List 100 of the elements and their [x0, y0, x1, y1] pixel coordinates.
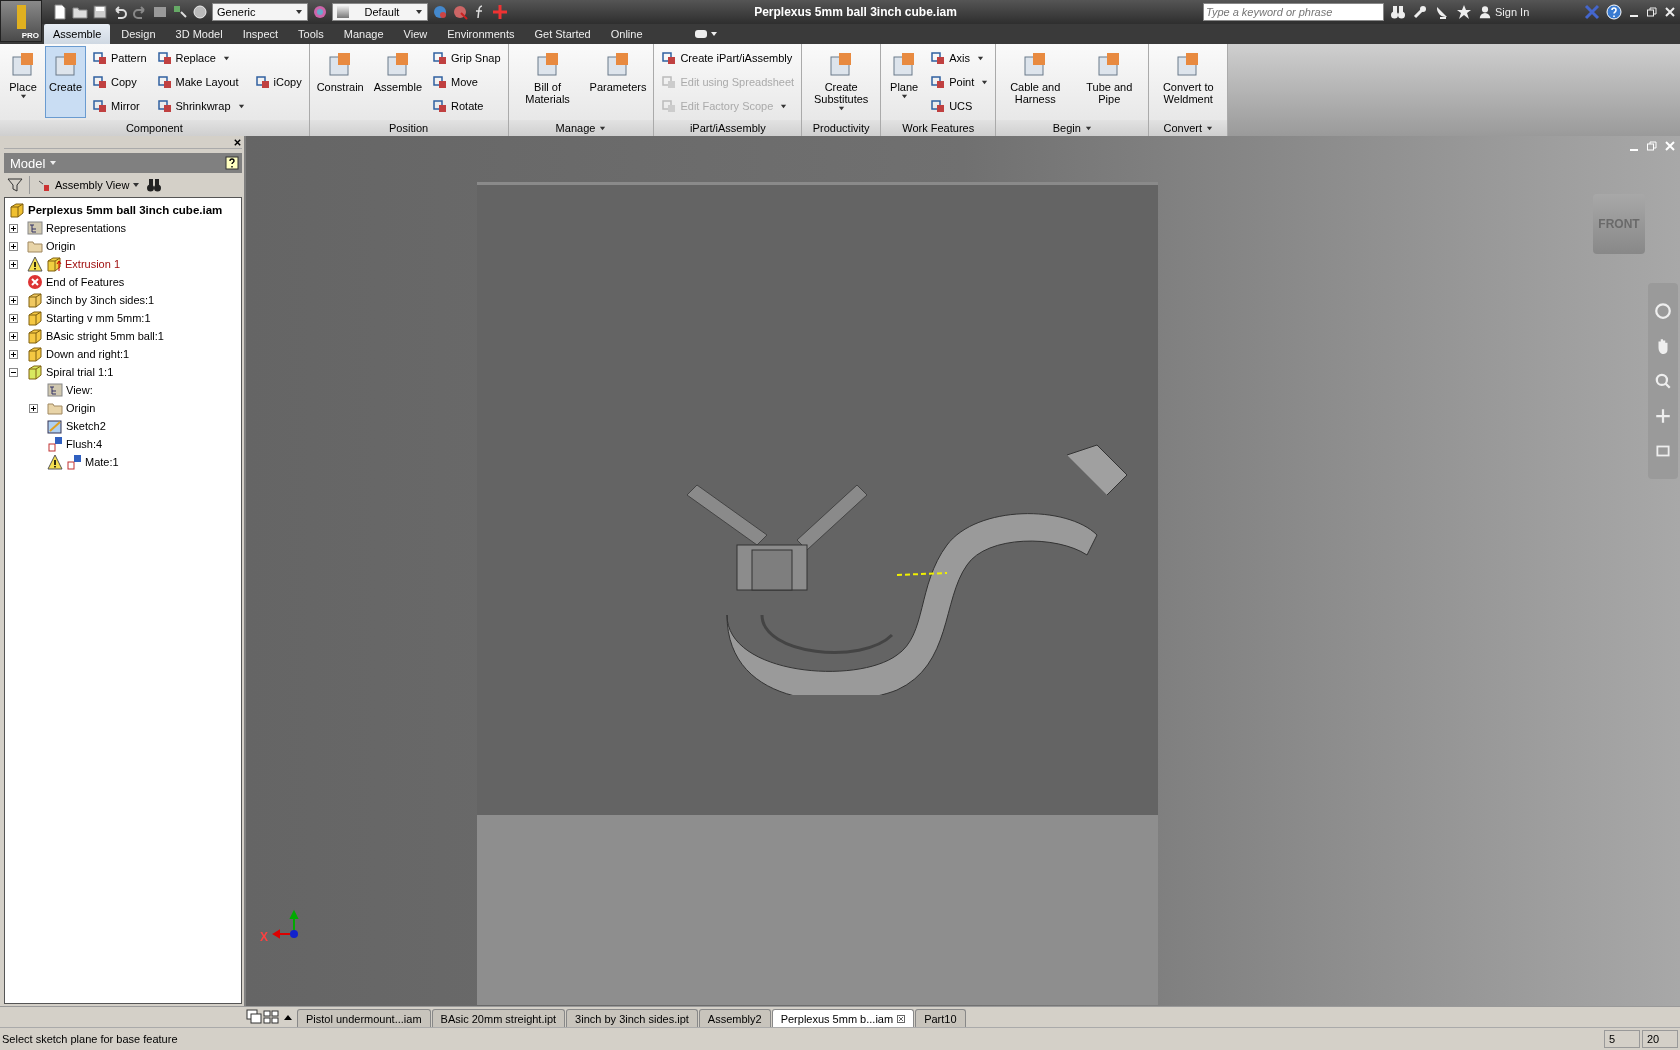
- tile-windows-icon[interactable]: [263, 1009, 279, 1025]
- ribbon-tool-button[interactable]: Replace: [152, 49, 249, 67]
- ribbon-tab[interactable]: Tools: [289, 24, 333, 44]
- expand-toggle[interactable]: [9, 313, 18, 323]
- expand-toggle[interactable]: [9, 295, 18, 305]
- sphere-icon[interactable]: [432, 4, 448, 20]
- ribbon-tool-button[interactable]: Create: [45, 46, 87, 118]
- close-icon[interactable]: [233, 137, 242, 147]
- material-dropdown[interactable]: Generic: [212, 3, 308, 21]
- undo-icon[interactable]: [112, 4, 128, 20]
- document-tab[interactable]: BAsic 20mm streight.ipt: [431, 1009, 566, 1027]
- expand-toggle[interactable]: [9, 331, 18, 341]
- tree-item[interactable]: Representations: [46, 222, 127, 234]
- sign-in-button[interactable]: Sign In: [1478, 5, 1578, 19]
- ribbon-tool-button[interactable]: Bill of Materials: [511, 46, 584, 118]
- ribbon-tab[interactable]: Get Started: [525, 24, 600, 44]
- ribbon-tool-button[interactable]: Copy: [88, 73, 151, 91]
- ribbon-tool-button[interactable]: iCopy: [250, 73, 306, 91]
- expand-toggle[interactable]: [9, 349, 18, 359]
- browser-menu-button[interactable]: Model: [7, 155, 61, 171]
- ribbon-tool-button[interactable]: Move: [428, 73, 505, 91]
- search-field[interactable]: Type a keyword or phrase: [1203, 3, 1384, 21]
- color-wheel-icon[interactable]: [312, 4, 328, 20]
- tree-item[interactable]: BAsic stright 5mm ball:1: [46, 330, 164, 342]
- help-icon[interactable]: [225, 156, 239, 170]
- ribbon-tool-button[interactable]: Tube and Pipe: [1073, 46, 1146, 118]
- tree-item[interactable]: 3inch by 3inch sides:1: [46, 294, 155, 306]
- tree-item[interactable]: View:: [66, 384, 93, 396]
- expand-toggle[interactable]: [9, 367, 18, 377]
- star-icon[interactable]: [1456, 4, 1472, 20]
- ribbon-tool-button[interactable]: UCS: [926, 97, 993, 115]
- satellite-dish-icon[interactable]: [1434, 4, 1450, 20]
- ribbon-tool-button[interactable]: Shrinkwrap: [152, 97, 249, 115]
- ribbon-tool-button[interactable]: Convert to Weldment: [1152, 46, 1225, 118]
- panel-title[interactable]: Component: [0, 120, 309, 136]
- view-dropdown[interactable]: Assembly View: [36, 177, 141, 193]
- document-tab[interactable]: Perplexus 5mm b...iam: [771, 1009, 915, 1027]
- folder-icon[interactable]: [72, 4, 88, 20]
- binoculars-icon[interactable]: [146, 177, 163, 193]
- ribbon-tab[interactable]: Inspect: [233, 24, 288, 44]
- ribbon-tool-button[interactable]: Grip Snap: [428, 49, 505, 67]
- document-tab[interactable]: Pistol undermount...iam: [297, 1009, 431, 1027]
- expand-toggle[interactable]: [9, 241, 18, 251]
- ribbon-tool-button[interactable]: Axis: [926, 49, 993, 67]
- tree-item[interactable]: End of Features: [46, 276, 125, 288]
- save-icon[interactable]: [92, 4, 108, 20]
- tree-item[interactable]: Down and right:1: [46, 348, 130, 360]
- panel-title[interactable]: Position: [309, 120, 508, 136]
- select-icon[interactable]: [172, 4, 188, 20]
- ribbon-tab[interactable]: 3D Model: [166, 24, 232, 44]
- new-file-icon[interactable]: [52, 4, 68, 20]
- ribbon-tab[interactable]: Environments: [438, 24, 524, 44]
- tree-item[interactable]: Origin: [66, 402, 96, 414]
- ribbon-tool-button[interactable]: Point: [926, 73, 993, 91]
- application-menu-button[interactable]: PRO: [0, 0, 42, 42]
- toggle-icon[interactable]: [693, 29, 718, 39]
- ribbon-tool-button[interactable]: Parameters: [585, 46, 651, 118]
- ribbon-tool-button[interactable]: Constrain: [312, 46, 368, 118]
- ribbon-tool-button[interactable]: Place: [3, 46, 43, 118]
- ribbon-tab[interactable]: Design: [112, 24, 165, 44]
- panel-title[interactable]: Convert: [1149, 120, 1228, 136]
- tree-item[interactable]: Starting v mm 5mm:1: [46, 312, 151, 324]
- ribbon-tool-button[interactable]: Assemble: [369, 46, 427, 118]
- ribbon-tool-button[interactable]: Make Layout: [152, 73, 249, 91]
- tree-item[interactable]: Origin: [46, 240, 76, 252]
- expand-toggle[interactable]: [9, 223, 18, 233]
- restore-icon[interactable]: [1646, 6, 1658, 18]
- wrench-icon[interactable]: [1412, 4, 1428, 20]
- filter-icon[interactable]: [7, 177, 23, 193]
- ribbon-tool-button[interactable]: Create Substitutes: [805, 46, 878, 118]
- tree-item[interactable]: Sketch2: [66, 420, 106, 432]
- binoculars-icon[interactable]: [1390, 4, 1406, 20]
- cascade-windows-icon[interactable]: [246, 1009, 262, 1025]
- redo-icon[interactable]: [132, 4, 148, 20]
- panel-title[interactable]: Work Features: [881, 120, 996, 136]
- tree-item[interactable]: Mate:1: [85, 456, 119, 468]
- tree-item[interactable]: Perplexus 5mm ball 3inch cube.iam: [28, 204, 223, 216]
- ribbon-tab[interactable]: View: [394, 24, 437, 44]
- ribbon-tab[interactable]: Manage: [334, 24, 393, 44]
- appearance-dropdown[interactable]: Default: [332, 3, 428, 21]
- tree-item[interactable]: Extrusion 1: [65, 258, 121, 270]
- tree-item[interactable]: Spiral trial 1:1: [46, 366, 114, 378]
- expand-toggle[interactable]: [29, 403, 38, 413]
- ribbon-tool-button[interactable]: Cable and Harness: [999, 46, 1072, 118]
- document-tab[interactable]: Part10: [915, 1009, 966, 1027]
- ribbon-tab[interactable]: Online: [601, 24, 652, 44]
- ribbon-tool-button[interactable]: Create iPart/iAssembly: [657, 49, 799, 67]
- ribbon-tool-button[interactable]: Mirror: [88, 97, 151, 115]
- tree-item[interactable]: Flush:4: [66, 438, 103, 450]
- ribbon-tool-button[interactable]: Plane: [884, 46, 925, 118]
- document-tab[interactable]: 3inch by 3inch sides.ipt: [566, 1009, 698, 1027]
- panel-title[interactable]: Begin: [996, 120, 1149, 136]
- ribbon-tool-button[interactable]: Pattern: [88, 49, 151, 67]
- ribbon-tab[interactable]: Assemble: [44, 24, 111, 44]
- panel-title[interactable]: iPart/iAssembly: [654, 120, 802, 136]
- close-icon[interactable]: [897, 1014, 906, 1023]
- ribbon-tool-button[interactable]: Rotate: [428, 97, 505, 115]
- panel-title[interactable]: Productivity: [802, 120, 881, 136]
- expand-toggle[interactable]: [9, 259, 18, 269]
- document-tab[interactable]: Assembly2: [698, 1009, 771, 1027]
